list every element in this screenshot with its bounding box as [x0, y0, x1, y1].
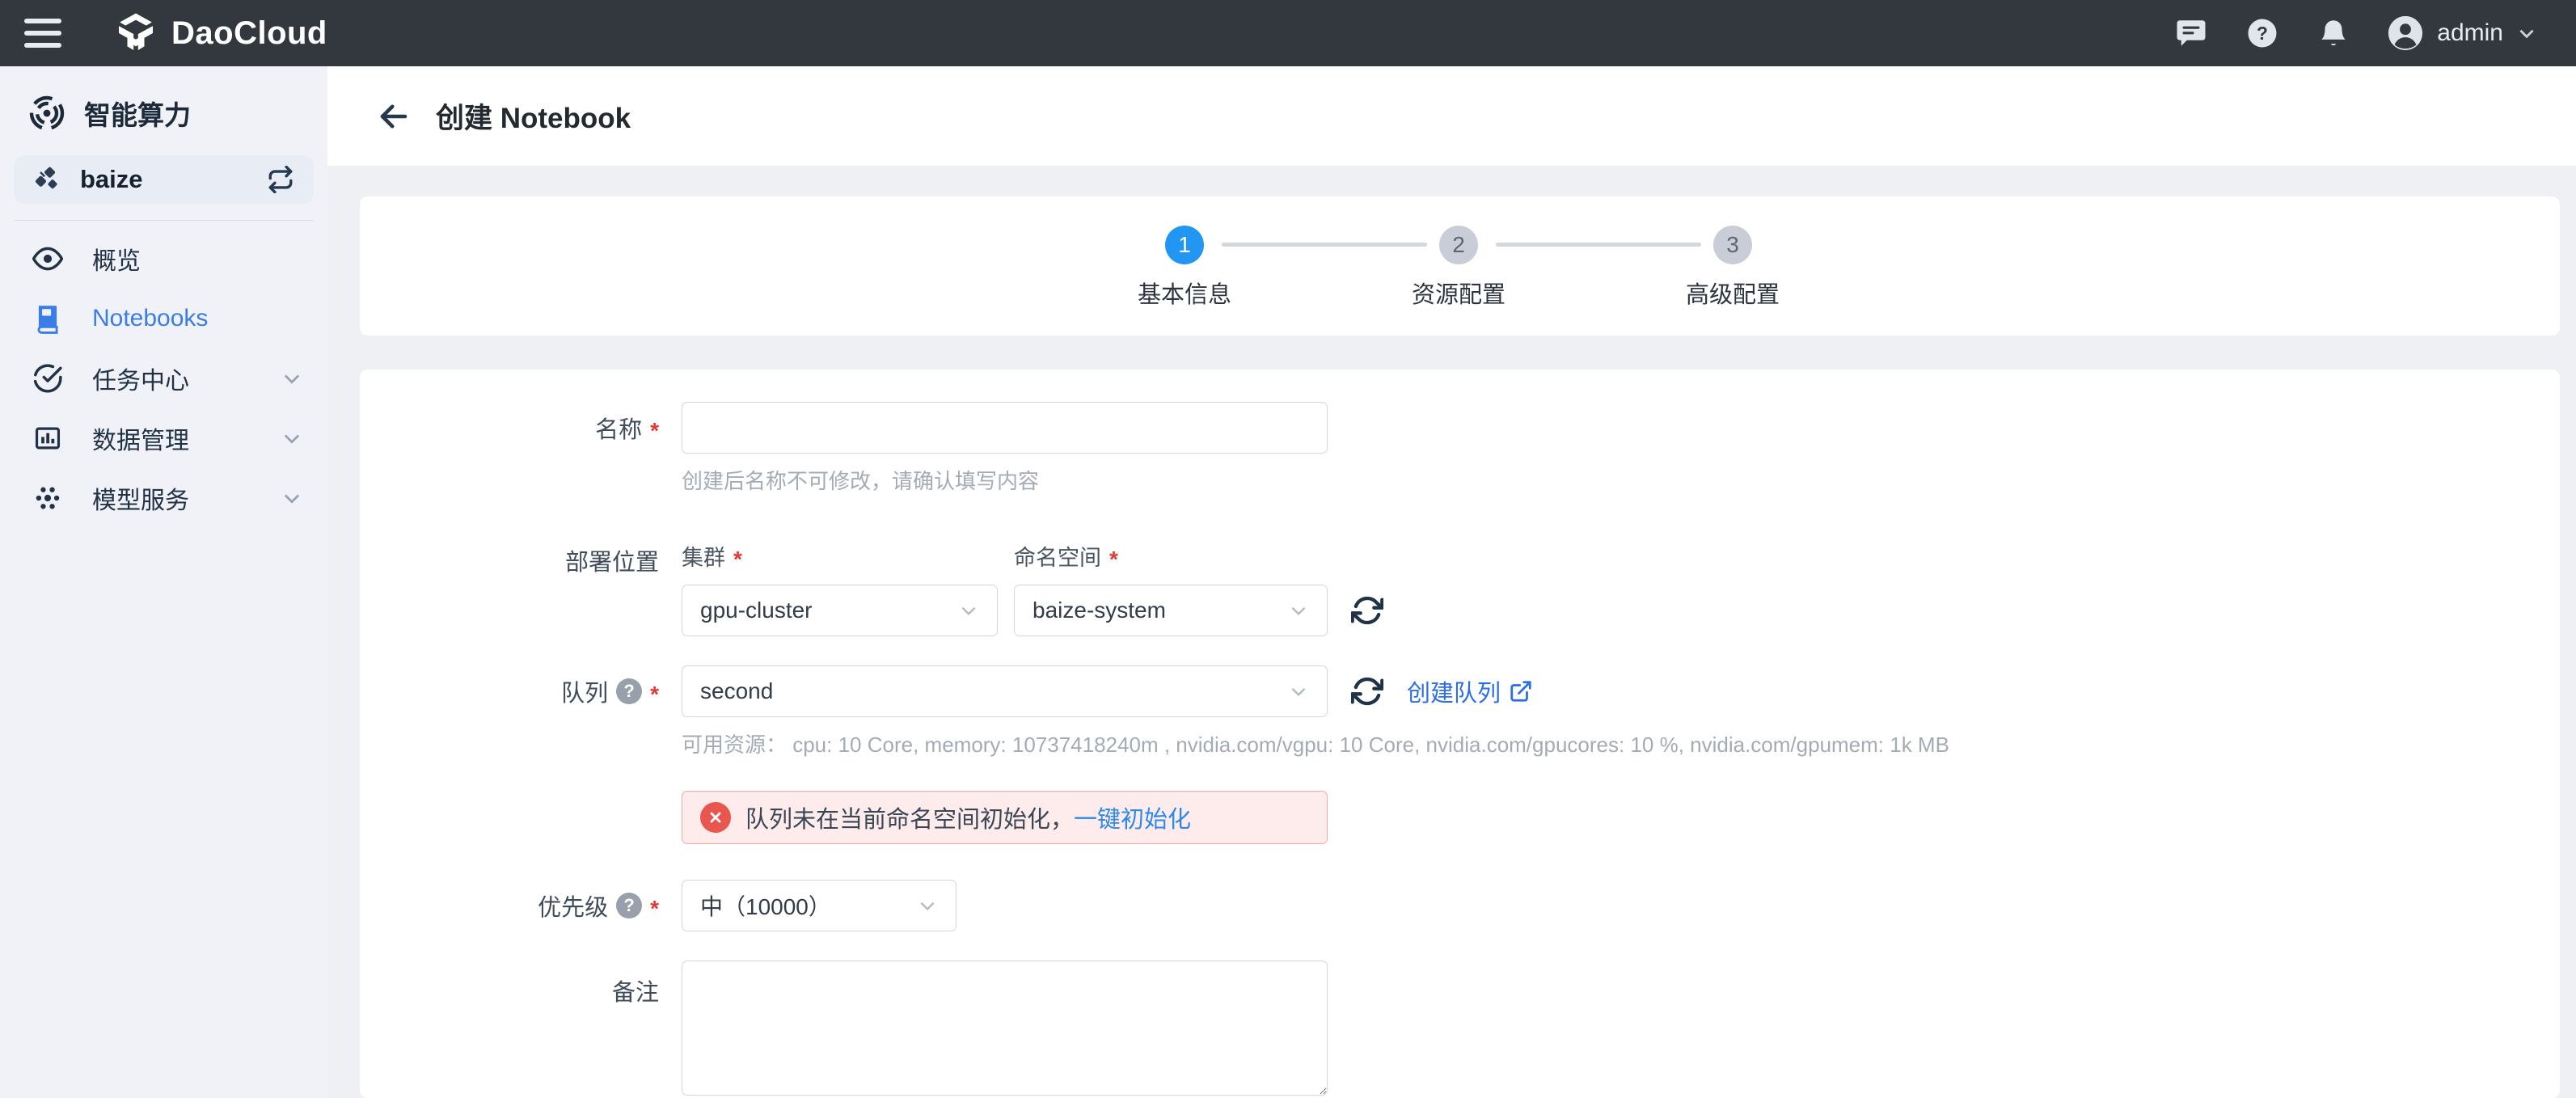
stepper: 1 2 3 基本信息 资源配置 高级配置	[360, 196, 2560, 336]
page-title: 创建 Notebook	[436, 95, 631, 137]
select-chevron-icon	[1288, 681, 1309, 702]
namespace-select[interactable]: baize-system	[1014, 585, 1328, 636]
required-asterisk: *	[733, 547, 742, 572]
message-icon[interactable]	[2173, 15, 2209, 51]
bell-icon[interactable]	[2316, 15, 2351, 51]
remark-row: 备注	[360, 961, 2560, 1098]
cluster-select[interactable]: gpu-cluster	[682, 585, 998, 636]
notebook-icon	[32, 303, 63, 334]
chevron-down-icon	[281, 487, 303, 509]
sidebar: 智能算力 baize 概览 Notebooks	[0, 66, 327, 1098]
step-1-circle: 1	[1165, 226, 1204, 264]
refresh-icon	[1351, 594, 1383, 627]
refresh-icon	[1351, 675, 1383, 707]
remark-textarea[interactable]	[682, 961, 1328, 1096]
queue-row: 队列 ? * second	[360, 665, 2560, 717]
sidebar-divider	[14, 220, 314, 221]
sidebar-item-overview[interactable]: 概览	[0, 229, 327, 289]
swap-icon[interactable]	[267, 166, 294, 193]
step-connector	[1222, 243, 1427, 247]
queue-error-alert: 队列未在当前命名空间初始化， 一键初始化	[682, 791, 1328, 844]
required-asterisk: *	[650, 896, 659, 922]
eye-icon	[32, 243, 63, 274]
model-icon	[32, 483, 63, 513]
error-icon	[700, 802, 731, 833]
namespace-field: 命名空间 * baize-system	[1014, 540, 1328, 636]
step-2-label: 资源配置	[1362, 276, 1556, 310]
compute-icon	[27, 94, 66, 133]
workspace-selector[interactable]: baize	[14, 155, 314, 204]
page-header: 创建 Notebook	[327, 66, 2576, 166]
queue-resources-text: 可用资源： cpu: 10 Core, memory: 10737418240m…	[682, 728, 1949, 758]
required-asterisk: *	[650, 682, 659, 707]
init-queue-link[interactable]: 一键初始化	[1074, 800, 1191, 834]
question-icon[interactable]: ?	[616, 893, 642, 919]
chevron-down-icon	[281, 427, 303, 450]
sidebar-item-model-service[interactable]: 模型服务	[0, 468, 327, 528]
name-label: 名称	[595, 411, 642, 445]
sidebar-item-task-center[interactable]: 任务中心	[0, 348, 327, 408]
user-menu[interactable]: admin	[2387, 15, 2537, 52]
step-1-label: 基本信息	[1087, 276, 1282, 310]
required-asterisk: *	[1109, 547, 1118, 572]
error-text: 队列未在当前命名空间初始化，	[745, 800, 1074, 834]
back-button[interactable]	[374, 97, 413, 136]
deploy-row: 部署位置 集群 * gpu-cluster	[360, 540, 2560, 636]
app-name: DaoCloud	[171, 15, 327, 52]
help-icon[interactable]: ?	[2244, 15, 2280, 51]
daocloud-logo	[113, 11, 158, 56]
queue-resources-row: 可用资源： cpu: 10 Core, memory: 10737418240m…	[360, 717, 2560, 758]
refresh-queue-button[interactable]	[1349, 673, 1386, 710]
content: 1 2 3 基本信息 资源配置 高级配置 名称 * 创	[327, 166, 2576, 1098]
sidebar-item-notebooks[interactable]: Notebooks	[0, 289, 327, 348]
svg-text:?: ?	[2257, 23, 2268, 44]
name-help-row: 创建后名称不可修改，请确认填写内容	[360, 454, 2560, 495]
username: admin	[2437, 19, 2503, 47]
hamburger-icon[interactable]	[24, 7, 76, 59]
priority-row: 优先级 ? * 中（10000）	[360, 880, 2560, 931]
queue-select[interactable]: second	[682, 665, 1328, 717]
refresh-namespace-button[interactable]	[1349, 592, 1386, 629]
deploy-label: 部署位置	[565, 543, 659, 577]
question-icon[interactable]: ?	[616, 678, 642, 704]
select-chevron-icon	[1288, 600, 1309, 621]
step-connector	[1496, 243, 1701, 247]
name-input[interactable]	[682, 402, 1328, 454]
required-asterisk: *	[650, 418, 659, 444]
workspace-name: baize	[80, 165, 143, 194]
namespace-label: 命名空间	[1014, 540, 1101, 572]
task-icon	[32, 363, 63, 394]
select-chevron-icon	[958, 600, 979, 621]
chevron-down-icon	[2516, 23, 2537, 44]
step-3-circle: 3	[1713, 226, 1752, 264]
sidebar-item-data-management[interactable]: 数据管理	[0, 408, 327, 468]
data-icon	[32, 423, 63, 454]
cluster-label: 集群	[682, 540, 725, 572]
back-arrow-icon	[377, 99, 411, 133]
priority-select[interactable]: 中（10000）	[682, 880, 956, 931]
step-3-label: 高级配置	[1636, 276, 1830, 310]
main-area: 创建 Notebook 1 2 3 基本信息 资源配置 高级配置 名称 *	[327, 66, 2576, 1098]
sidebar-section-title: 智能算力	[0, 66, 327, 133]
workspace-icon	[33, 165, 62, 194]
queue-alert-row: 队列未在当前命名空间初始化， 一键初始化	[360, 791, 2560, 844]
chevron-down-icon	[281, 367, 303, 390]
name-help-text: 创建后名称不可修改，请确认填写内容	[682, 465, 1039, 495]
create-queue-link[interactable]: 创建队列	[1407, 674, 1533, 708]
select-chevron-icon	[917, 895, 938, 916]
cluster-field: 集群 * gpu-cluster	[682, 540, 998, 636]
step-2-circle: 2	[1439, 226, 1478, 264]
queue-label: 队列	[561, 674, 608, 708]
priority-label: 优先级	[538, 889, 608, 923]
topbar: DaoCloud ? admin	[0, 0, 2576, 66]
external-link-icon	[1509, 679, 1533, 703]
sidebar-menu: 概览 Notebooks 任务中心 数据管理	[0, 229, 327, 528]
basic-info-form: 名称 * 创建后名称不可修改，请确认填写内容 部署位置	[360, 370, 2560, 1098]
brand: DaoCloud	[113, 11, 327, 56]
avatar-icon	[2387, 15, 2424, 52]
remark-label: 备注	[612, 973, 659, 1007]
name-row: 名称 *	[360, 402, 2560, 454]
